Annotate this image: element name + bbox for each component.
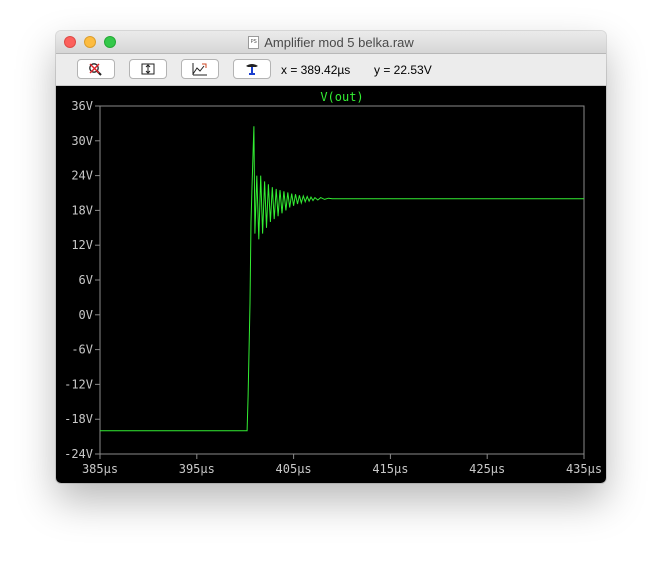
y-axis-ticks: 36V 30V 24V 18V 12V 6V 0V -6V -12V -18V -24V (64, 99, 100, 461)
window-title: Amplifier mod 5 belka.raw (264, 34, 414, 50)
zoom-extents-icon (141, 63, 155, 75)
x-tick-label: 385µs (82, 462, 118, 476)
y-tick-label: -18V (64, 412, 93, 426)
cursor-y-readout: y = 22.53V (374, 62, 432, 77)
zoom-extents-button[interactable] (129, 59, 167, 79)
probe-icon (246, 64, 258, 75)
x-tick-label: 435µs (566, 462, 602, 476)
waveform-window: PS Amplifier mod 5 belka.raw x = 389.42µ… (56, 31, 606, 483)
y-tick-label: 30V (71, 134, 93, 148)
y-tick-label: 0V (79, 308, 93, 322)
title-bar[interactable]: PS Amplifier mod 5 belka.raw (56, 31, 606, 54)
window-title-wrap: PS Amplifier mod 5 belka.raw (56, 31, 606, 53)
autorange-button[interactable] (77, 59, 115, 79)
trace-vout[interactable] (100, 126, 584, 432)
y-tick-label: 36V (71, 99, 93, 113)
zoom-reset-icon (89, 63, 102, 76)
trace-title[interactable]: V(out) (320, 90, 363, 104)
x-tick-label: 415µs (372, 462, 408, 476)
y-tick-label: 24V (71, 169, 93, 183)
y-tick-label: 12V (71, 238, 93, 252)
y-tick-label: -24V (64, 447, 93, 461)
zoom-back-button[interactable] (181, 59, 219, 79)
x-tick-label: 425µs (469, 462, 505, 476)
zoom-back-icon (192, 63, 207, 76)
x-tick-label: 405µs (276, 462, 312, 476)
plot-area[interactable]: 36V 30V 24V 18V 12V 6V 0V -6V -12V -18V -24V 385µs… (56, 86, 606, 483)
toolbar: x = 389.42µs y = 22.53V (56, 54, 606, 86)
document-icon: PS (248, 35, 260, 49)
cursor-x-readout: x = 389.42µs (281, 62, 351, 77)
y-tick-label: -12V (64, 377, 93, 391)
y-tick-label: 18V (71, 203, 93, 217)
probe-button[interactable] (233, 59, 271, 79)
plot-frame (99, 105, 585, 455)
waveform-plot[interactable]: 36V 30V 24V 18V 12V 6V 0V -6V -12V -18V -24V 385µs… (56, 86, 606, 483)
y-tick-label: 6V (79, 273, 93, 287)
y-tick-label: -6V (71, 343, 93, 357)
x-tick-label: 395µs (179, 462, 215, 476)
x-axis-ticks: 385µs 395µs 405µs 415µs 425µs 435µs (82, 454, 602, 476)
